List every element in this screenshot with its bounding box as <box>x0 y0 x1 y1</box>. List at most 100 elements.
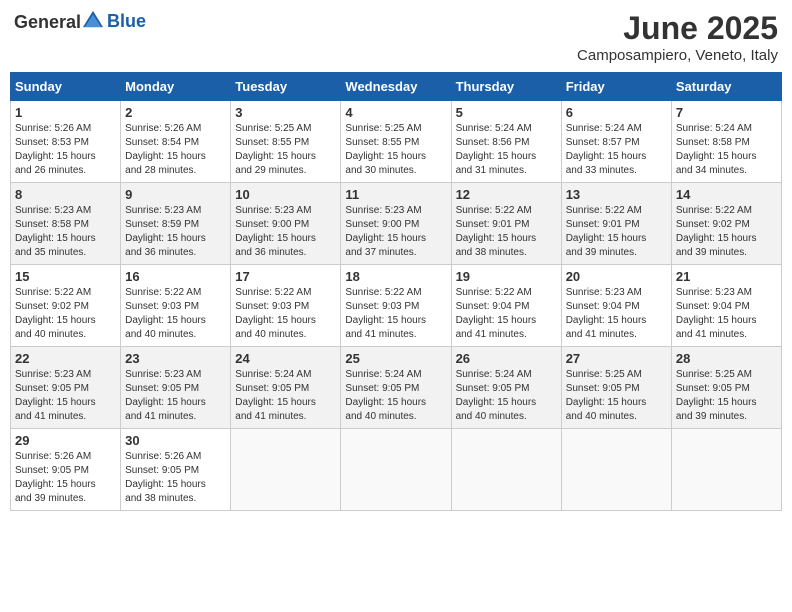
calendar-cell: 3Sunrise: 5:25 AMSunset: 8:55 PMDaylight… <box>231 101 341 183</box>
day-number: 1 <box>15 105 116 120</box>
logo-text: General <box>14 10 103 33</box>
calendar-cell: 11 Sunrise: 5:23 AMSunset: 9:00 PMDayligh… <box>341 183 451 265</box>
col-sunday: Sunday <box>11 73 121 101</box>
day-number: 26 <box>456 351 557 366</box>
day-content: Sunrise: 5:22 AMSunset: 9:03 PMDaylight:… <box>345 286 446 342</box>
day-content: Sunrise: 5:24 AMSunset: 9:05 PMDaylight:… <box>235 368 336 424</box>
calendar-cell: 30Sunrise: 5:26 AMSunset: 9:05 PMDayligh… <box>121 429 231 511</box>
calendar-cell: 21Sunrise: 5:23 AMSunset: 9:04 PMDayligh… <box>671 265 781 347</box>
col-monday: Monday <box>121 73 231 101</box>
day-content: Sunrise: 5:22 AMSunset: 9:03 PMDaylight:… <box>125 286 226 342</box>
day-content: Sunrise: 5:23 AMSunset: 8:59 PMDaylight:… <box>125 204 226 260</box>
calendar-row: 15 Sunrise: 5:22 AMSunset: 9:02 PMDayligh… <box>11 265 782 347</box>
col-thursday: Thursday <box>451 73 561 101</box>
day-content: Sunrise: 5:25 AMSunset: 9:05 PMDaylight:… <box>676 368 777 424</box>
day-content: Sunrise: 5:23 AMSunset: 9:04 PMDaylight:… <box>566 286 667 342</box>
day-number: 16 <box>125 269 226 284</box>
day-content: Sunrise: 5:24 AMSunset: 8:58 PMDaylight:… <box>676 122 777 178</box>
day-number: 14 <box>676 187 777 202</box>
col-friday: Friday <box>561 73 671 101</box>
day-content: Sunrise: 5:23 AMSunset: 9:05 PMDaylight:… <box>15 368 116 424</box>
calendar-row: 22 Sunrise: 5:23 AMSunset: 9:05 PMDayligh… <box>11 347 782 429</box>
day-number: 9 <box>125 187 226 202</box>
day-content: Sunrise: 5:22 AMSunset: 9:03 PMDaylight:… <box>235 286 336 342</box>
day-content: Sunrise: 5:23 AMSunset: 9:00 PMDaylight:… <box>345 204 446 260</box>
day-content: Sunrise: 5:22 AMSunset: 9:02 PMDaylight:… <box>15 286 116 342</box>
logo-general: General <box>14 12 81 32</box>
day-number: 29 <box>15 433 116 448</box>
calendar-cell: 2 Sunrise: 5:26 AMSunset: 8:54 PMDaylight… <box>121 101 231 183</box>
col-saturday: Saturday <box>671 73 781 101</box>
day-content: Sunrise: 5:26 AMSunset: 8:54 PMDaylight:… <box>125 122 226 178</box>
day-content: Sunrise: 5:24 AMSunset: 9:05 PMDaylight:… <box>345 368 446 424</box>
day-content: Sunrise: 5:23 AMSunset: 9:00 PMDaylight:… <box>235 204 336 260</box>
day-content: Sunrise: 5:23 AMSunset: 8:58 PMDaylight:… <box>15 204 116 260</box>
day-content: Sunrise: 5:23 AMSunset: 9:05 PMDaylight:… <box>125 368 226 424</box>
location-title: Camposampiero, Veneto, Italy <box>577 47 778 64</box>
day-content: Sunrise: 5:22 AMSunset: 9:01 PMDaylight:… <box>566 204 667 260</box>
calendar-cell: 19Sunrise: 5:22 AMSunset: 9:04 PMDayligh… <box>451 265 561 347</box>
calendar-cell: 1 Sunrise: 5:26 AMSunset: 8:53 PMDaylight… <box>11 101 121 183</box>
calendar-cell: 20 Sunrise: 5:23 AMSunset: 9:04 PMDayligh… <box>561 265 671 347</box>
day-number: 15 <box>15 269 116 284</box>
day-content: Sunrise: 5:26 AMSunset: 8:53 PMDaylight:… <box>15 122 116 178</box>
day-number: 12 <box>456 187 557 202</box>
calendar-cell: 27Sunrise: 5:25 AMSunset: 9:05 PMDayligh… <box>561 347 671 429</box>
calendar-cell: 15 Sunrise: 5:22 AMSunset: 9:02 PMDayligh… <box>11 265 121 347</box>
calendar-cell: 22 Sunrise: 5:23 AMSunset: 9:05 PMDayligh… <box>11 347 121 429</box>
day-number: 2 <box>125 105 226 120</box>
day-number: 18 <box>345 269 446 284</box>
day-number: 24 <box>235 351 336 366</box>
calendar-cell <box>231 429 341 511</box>
calendar-cell: 10 Sunrise: 5:23 AMSunset: 9:00 PMDayligh… <box>231 183 341 265</box>
calendar-cell: 8Sunrise: 5:23 AMSunset: 8:58 PMDaylight… <box>11 183 121 265</box>
title-block: June 2025 Camposampiero, Veneto, Italy <box>577 10 778 64</box>
calendar-cell: 14 Sunrise: 5:22 AMSunset: 9:02 PMDayligh… <box>671 183 781 265</box>
calendar-cell: 5 Sunrise: 5:24 AMSunset: 8:56 PMDaylight… <box>451 101 561 183</box>
calendar-cell: 17 Sunrise: 5:22 AMSunset: 9:03 PMDayligh… <box>231 265 341 347</box>
day-number: 3 <box>235 105 336 120</box>
calendar-cell <box>341 429 451 511</box>
calendar-cell: 26 Sunrise: 5:24 AMSunset: 9:05 PMDayligh… <box>451 347 561 429</box>
day-number: 4 <box>345 105 446 120</box>
day-number: 13 <box>566 187 667 202</box>
day-content: Sunrise: 5:24 AMSunset: 8:56 PMDaylight:… <box>456 122 557 178</box>
day-number: 17 <box>235 269 336 284</box>
day-content: Sunrise: 5:26 AMSunset: 9:05 PMDaylight:… <box>125 450 226 506</box>
calendar-cell: 25 Sunrise: 5:24 AMSunset: 9:05 PMDayligh… <box>341 347 451 429</box>
calendar-cell <box>671 429 781 511</box>
calendar-cell: 23 Sunrise: 5:23 AMSunset: 9:05 PMDayligh… <box>121 347 231 429</box>
day-content: Sunrise: 5:24 AMSunset: 9:05 PMDaylight:… <box>456 368 557 424</box>
calendar-cell: 13 Sunrise: 5:22 AMSunset: 9:01 PMDayligh… <box>561 183 671 265</box>
day-number: 10 <box>235 187 336 202</box>
day-number: 7 <box>676 105 777 120</box>
calendar-row: 8Sunrise: 5:23 AMSunset: 8:58 PMDaylight… <box>11 183 782 265</box>
day-number: 25 <box>345 351 446 366</box>
col-wednesday: Wednesday <box>341 73 451 101</box>
day-number: 28 <box>676 351 777 366</box>
calendar-cell: 28 Sunrise: 5:25 AMSunset: 9:05 PMDayligh… <box>671 347 781 429</box>
logo-blue: Blue <box>107 11 146 32</box>
day-number: 11 <box>345 187 446 202</box>
logo-icon <box>83 10 103 28</box>
day-content: Sunrise: 5:25 AMSunset: 9:05 PMDaylight:… <box>566 368 667 424</box>
day-content: Sunrise: 5:24 AMSunset: 8:57 PMDaylight:… <box>566 122 667 178</box>
calendar-cell: 24 Sunrise: 5:24 AMSunset: 9:05 PMDayligh… <box>231 347 341 429</box>
page-header: General Blue June 2025 Camposampiero, Ve… <box>10 10 782 64</box>
day-number: 22 <box>15 351 116 366</box>
calendar-cell: 29 Sunrise: 5:26 AMSunset: 9:05 PMDayligh… <box>11 429 121 511</box>
day-number: 5 <box>456 105 557 120</box>
day-number: 20 <box>566 269 667 284</box>
calendar-header-row: Sunday Monday Tuesday Wednesday Thursday… <box>11 73 782 101</box>
calendar-cell: 12Sunrise: 5:22 AMSunset: 9:01 PMDayligh… <box>451 183 561 265</box>
day-content: Sunrise: 5:22 AMSunset: 9:02 PMDaylight:… <box>676 204 777 260</box>
day-number: 23 <box>125 351 226 366</box>
calendar-row: 29 Sunrise: 5:26 AMSunset: 9:05 PMDayligh… <box>11 429 782 511</box>
day-content: Sunrise: 5:22 AMSunset: 9:04 PMDaylight:… <box>456 286 557 342</box>
day-content: Sunrise: 5:26 AMSunset: 9:05 PMDaylight:… <box>15 450 116 506</box>
day-content: Sunrise: 5:23 AMSunset: 9:04 PMDaylight:… <box>676 286 777 342</box>
col-tuesday: Tuesday <box>231 73 341 101</box>
calendar-table: Sunday Monday Tuesday Wednesday Thursday… <box>10 72 782 511</box>
calendar-cell: 7 Sunrise: 5:24 AMSunset: 8:58 PMDaylight… <box>671 101 781 183</box>
day-content: Sunrise: 5:25 AMSunset: 8:55 PMDaylight:… <box>345 122 446 178</box>
